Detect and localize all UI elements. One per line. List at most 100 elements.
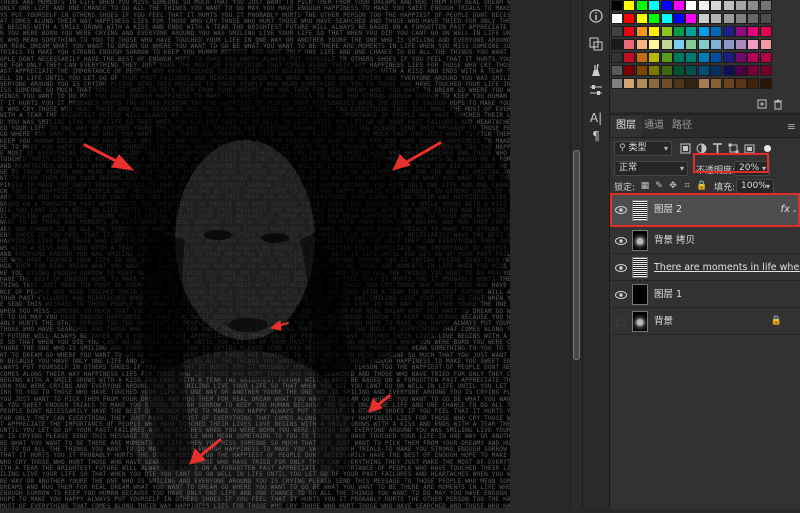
swatch[interactable] (697, 26, 710, 37)
swatch[interactable] (673, 52, 685, 63)
swatch[interactable] (735, 26, 747, 37)
swatch[interactable] (697, 39, 710, 50)
swatch[interactable] (635, 65, 648, 76)
paragraph-icon[interactable]: ¶ (586, 126, 606, 146)
new-swatch-icon[interactable] (756, 99, 768, 111)
visibility-eye-icon[interactable] (615, 317, 627, 327)
swatch[interactable] (710, 65, 723, 76)
swatch[interactable] (685, 13, 698, 24)
swatch[interactable] (759, 26, 772, 37)
swatch[interactable] (759, 78, 772, 89)
swatch[interactable] (722, 65, 735, 76)
swatch[interactable] (660, 52, 673, 63)
swatch[interactable] (747, 13, 760, 24)
lock-all-icon[interactable]: 🔒 (696, 181, 707, 191)
lock-artboard-icon[interactable]: ⌗ (682, 181, 692, 191)
swatch[interactable] (747, 78, 760, 89)
swatch[interactable] (635, 26, 648, 37)
swatch[interactable] (759, 0, 772, 11)
swatch[interactable] (648, 39, 661, 50)
swatch[interactable] (710, 13, 723, 24)
layer-name[interactable]: 图层 1 (654, 281, 682, 308)
swatch[interactable] (648, 78, 661, 89)
info-icon[interactable] (586, 6, 606, 26)
swatch[interactable] (635, 78, 648, 89)
swatch[interactable] (635, 0, 648, 11)
swatch[interactable] (735, 52, 747, 63)
swatch[interactable] (673, 65, 685, 76)
swatch[interactable] (747, 52, 760, 63)
lock-position-icon[interactable]: ✥ (668, 181, 678, 191)
swatch[interactable] (648, 0, 661, 11)
swatch[interactable] (648, 13, 661, 24)
canvas-vertical-scrollbar[interactable] (570, 0, 582, 508)
swatch[interactable] (648, 65, 661, 76)
filter-kind-dropdown[interactable]: ⚲ 类型 ▾ (614, 141, 672, 156)
layer-row[interactable]: 背景 拷贝 (610, 227, 800, 254)
swatch[interactable] (660, 65, 673, 76)
swatch[interactable] (660, 13, 673, 24)
swatch[interactable] (710, 39, 723, 50)
panel-menu-icon[interactable]: ≡ (787, 120, 796, 133)
layer-row[interactable]: There are moments in life when yo... (610, 254, 800, 281)
swatch[interactable] (759, 52, 772, 63)
swatch[interactable] (685, 78, 698, 89)
swatch[interactable] (722, 52, 735, 63)
swatch[interactable] (722, 13, 735, 24)
lock-transparent-icon[interactable]: ▦ (640, 181, 650, 191)
visibility-eye-icon[interactable] (615, 290, 627, 300)
swatch[interactable] (697, 0, 710, 11)
swatch[interactable] (635, 52, 648, 63)
swatch[interactable] (673, 13, 685, 24)
swatch[interactable] (722, 0, 735, 11)
filter-smart-object-icon[interactable] (744, 143, 755, 154)
filter-pixel-icon[interactable] (680, 143, 691, 154)
swatch[interactable] (673, 26, 685, 37)
opacity-field[interactable]: 20% ▾ (734, 161, 770, 176)
layer-name[interactable]: 背景 (654, 308, 673, 335)
swatch[interactable] (611, 26, 623, 37)
swatch[interactable] (747, 0, 760, 11)
swatch[interactable] (685, 65, 698, 76)
chevron-down-icon[interactable]: ⌄ (791, 193, 798, 227)
lock-image-icon[interactable]: ✎ (654, 181, 664, 191)
swatch[interactable] (623, 65, 636, 76)
swatch[interactable] (710, 52, 723, 63)
layer-row[interactable]: 背景 🔒 (610, 308, 800, 335)
clone-source-icon[interactable] (586, 34, 606, 54)
swatch[interactable] (648, 52, 661, 63)
swatch[interactable] (660, 78, 673, 89)
swatch[interactable] (623, 39, 636, 50)
swatch[interactable] (735, 0, 747, 11)
layer-effects-icon[interactable]: fx (781, 193, 790, 227)
adjustments-icon[interactable] (586, 80, 606, 100)
swatch[interactable] (759, 39, 772, 50)
layer-name[interactable]: There are moments in life when yo... (654, 254, 800, 281)
swatch[interactable] (685, 26, 698, 37)
visibility-eye-icon[interactable] (615, 205, 627, 215)
swatch[interactable] (735, 13, 747, 24)
swatch[interactable] (697, 78, 710, 89)
filter-shape-icon[interactable] (728, 143, 739, 154)
swatch[interactable] (673, 78, 685, 89)
swatch[interactable] (685, 52, 698, 63)
swatch[interactable] (735, 65, 747, 76)
swatch[interactable] (685, 39, 698, 50)
swatch[interactable] (623, 52, 636, 63)
swatch[interactable] (611, 13, 623, 24)
swatch[interactable] (747, 65, 760, 76)
swatch[interactable] (735, 78, 747, 89)
layer-name[interactable]: 图层 2 (654, 193, 682, 227)
filter-toggle-icon[interactable] (762, 143, 773, 154)
filter-adjustment-icon[interactable] (696, 143, 707, 154)
swatch[interactable] (722, 78, 735, 89)
swatch[interactable] (722, 39, 735, 50)
layer-name[interactable]: 背景 拷贝 (654, 227, 695, 254)
swatch[interactable] (673, 0, 685, 11)
swatch[interactable] (611, 0, 623, 11)
fill-field[interactable]: 100% ▾ (736, 179, 774, 194)
swatch[interactable] (635, 39, 648, 50)
layer-row[interactable]: 图层 2 fx ⌄ (610, 193, 800, 227)
swatch[interactable] (722, 26, 735, 37)
swatch[interactable] (611, 39, 623, 50)
